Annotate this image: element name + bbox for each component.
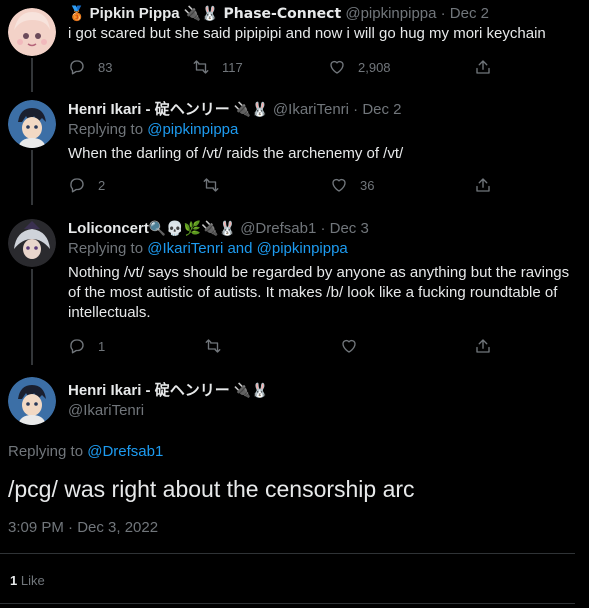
- author-name-row: Henri Ikari - 碇ヘンリー 🔌🐰: [68, 381, 575, 401]
- replying-to: Replying to @IkariTenri and @pipkinpippa: [68, 239, 575, 259]
- tweet-actions: 83 117 2,908: [68, 58, 498, 78]
- reply-button[interactable]: 1: [68, 337, 105, 355]
- display-name[interactable]: Henri Ikari - 碇ヘンリー: [68, 382, 230, 399]
- tweet-2[interactable]: Henri Ikari - 碇ヘンリー 🔌🐰 @IkariTenri · Dec…: [0, 90, 575, 205]
- tweet-date[interactable]: · Dec 2: [441, 5, 489, 22]
- retweet-button[interactable]: 117: [192, 58, 243, 76]
- avatar-image: [8, 8, 56, 56]
- heart-icon: [330, 60, 344, 74]
- replying-link[interactable]: @pipkinpippa: [147, 121, 238, 138]
- retweet-icon: [205, 339, 221, 353]
- handle[interactable]: @pipkinpippa: [345, 5, 436, 22]
- retweet-button[interactable]: [202, 176, 232, 194]
- replying-to: Replying to @Drefsab1: [8, 442, 163, 462]
- share-icon: [476, 178, 490, 192]
- name-badges: 🔌🐰: [233, 102, 269, 118]
- tweet-actions: 1: [68, 337, 498, 357]
- tweet-body: 🥉 Pipkin Pippa 🔌🐰 Phase-Connect @pipkinp…: [68, 4, 575, 44]
- tweet-text-line: of the most autistic of autists. It make…: [68, 284, 558, 301]
- like-count: 2,908: [358, 59, 391, 75]
- thread-line: [31, 58, 33, 92]
- tweet-header: 🥉 Pipkin Pippa 🔌🐰 Phase-Connect @pipkinp…: [68, 4, 575, 24]
- tweet-1[interactable]: 🥉 Pipkin Pippa 🔌🐰 Phase-Connect @pipkinp…: [0, 0, 575, 92]
- like-label: Like: [17, 573, 45, 588]
- reply-button[interactable]: 2: [68, 176, 105, 194]
- like-button[interactable]: 36: [330, 176, 374, 194]
- tweet-text-line: Nothing /vt/ says should be regarded by …: [68, 264, 570, 281]
- tweet-header: Henri Ikari - 碇ヘンリー 🔌🐰 @IkariTenri · Dec…: [68, 100, 575, 120]
- main-tweet-header: Henri Ikari - 碇ヘンリー 🔌🐰 @IkariTenri: [68, 381, 575, 421]
- heart-icon: [332, 178, 346, 192]
- likes-summary[interactable]: 1 Like: [10, 573, 45, 588]
- replying-to: Replying to @pipkinpippa: [68, 120, 575, 140]
- avatar-image: [8, 219, 56, 267]
- avatar-image: [8, 377, 56, 425]
- share-icon: [476, 339, 490, 353]
- handle[interactable]: @IkariTenri: [68, 401, 575, 421]
- tweet-header: Loliconcert🔍💀🌿🔌🐰 @Drefsab1 · Dec 3: [68, 219, 575, 239]
- tweet-body: Loliconcert🔍💀🌿🔌🐰 @Drefsab1 · Dec 3 Reply…: [68, 219, 575, 323]
- tweet-text-line: intellectuals.: [68, 304, 151, 321]
- tweet-3[interactable]: Loliconcert🔍💀🌿🔌🐰 @Drefsab1 · Dec 3 Reply…: [0, 205, 575, 365]
- reply-icon: [70, 60, 84, 75]
- like-button[interactable]: 2,908: [328, 58, 391, 76]
- display-name[interactable]: Pipkin Pippa: [90, 5, 180, 22]
- display-name[interactable]: Henri Ikari - 碇ヘンリー: [68, 101, 230, 118]
- tweet-timestamp[interactable]: 3:09 PM · Dec 3, 2022: [8, 519, 158, 536]
- retweet-button[interactable]: [204, 337, 234, 355]
- name-extra: 🔌🐰 Phase-Connect: [183, 6, 342, 22]
- replying-link[interactable]: @Drefsab1: [87, 443, 163, 460]
- replying-prefix: Replying to: [68, 121, 148, 138]
- scrollbar[interactable]: [577, 0, 589, 608]
- retweet-count: 117: [222, 59, 243, 75]
- handle[interactable]: @IkariTenri: [273, 101, 349, 118]
- tweet-actions: 2 36: [68, 176, 498, 196]
- tweet-date[interactable]: · Dec 2: [353, 101, 401, 118]
- tweet-date[interactable]: · Dec 3: [320, 220, 368, 237]
- retweet-icon: [203, 178, 219, 192]
- reply-button[interactable]: 83: [68, 58, 112, 76]
- avatar-image: [8, 100, 56, 148]
- divider: [0, 553, 575, 554]
- main-tweet: Henri Ikari - 碇ヘンリー 🔌🐰 @IkariTenri Reply…: [0, 365, 575, 608]
- tweet-text: i got scared but she said pipipipi and n…: [68, 25, 546, 42]
- share-button[interactable]: [474, 58, 492, 76]
- replying-prefix: Replying to: [68, 240, 148, 257]
- replying-prefix: Replying to: [8, 443, 88, 460]
- tweet-body: Henri Ikari - 碇ヘンリー 🔌🐰 @IkariTenri · Dec…: [68, 100, 575, 164]
- avatar-ikaritenri[interactable]: [8, 377, 56, 425]
- like-button[interactable]: [340, 337, 370, 355]
- heart-icon: [342, 339, 356, 353]
- name-badges: 🔌🐰: [233, 383, 269, 399]
- reply-icon: [70, 178, 84, 193]
- avatar-pipkinpippa[interactable]: [8, 8, 56, 56]
- handle[interactable]: @Drefsab1: [240, 220, 316, 237]
- reply-icon: [70, 339, 84, 354]
- share-button[interactable]: [474, 176, 492, 194]
- reply-count: 83: [98, 59, 113, 75]
- medal-icon: 🥉: [68, 6, 86, 22]
- like-count: 36: [360, 177, 375, 193]
- replying-link[interactable]: @IkariTenri and @pipkinpippa: [147, 240, 348, 257]
- tweet-text: Nothing /vt/ says should be regarded by …: [68, 263, 575, 323]
- thread-line: [31, 150, 33, 205]
- tweet-text: When the darling of /vt/ raids the arche…: [68, 145, 404, 162]
- display-name[interactable]: Loliconcert: [68, 220, 149, 237]
- reply-count: 2: [98, 177, 106, 193]
- thread-line: [31, 269, 33, 365]
- reply-count: 1: [98, 338, 106, 354]
- avatar-drefsab1[interactable]: [8, 219, 56, 267]
- divider: [0, 603, 575, 604]
- main-tweet-text: /pcg/ was right about the censorship arc: [8, 476, 415, 502]
- name-badges: 🔍💀🌿🔌🐰: [148, 221, 237, 237]
- retweet-icon: [193, 60, 209, 74]
- share-button[interactable]: [474, 337, 492, 355]
- share-icon: [476, 60, 490, 74]
- avatar-ikaritenri[interactable]: [8, 100, 56, 148]
